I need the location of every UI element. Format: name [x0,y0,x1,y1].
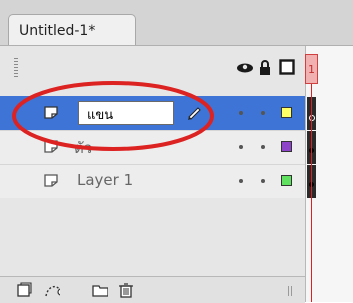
layer-icon [44,140,58,153]
layer-icon [44,106,58,119]
lock-dot[interactable] [261,145,265,149]
timeline-panel: Untitled-1* ตัว Layer 1 [0,0,353,303]
outline-icon[interactable] [279,59,295,75]
layer-name: Layer 1 [77,171,134,189]
tab-title: Untitled-1* [19,23,96,39]
tab-untitled-1[interactable]: Untitled-1* [8,14,136,45]
layer-header [0,46,353,94]
new-folder-icon[interactable] [92,282,108,298]
lock-icon[interactable] [258,60,272,76]
add-motion-guide-icon[interactable] [44,282,60,298]
delete-icon[interactable] [118,282,134,298]
panel-resize-grip[interactable] [288,286,294,296]
lock-dot[interactable] [261,179,265,183]
visible-dot[interactable] [239,111,243,115]
layer-icon [44,174,58,187]
lock-dot[interactable] [261,111,265,115]
outline-swatch[interactable] [281,175,292,186]
tab-bar: Untitled-1* [0,0,353,46]
layer-name-input[interactable] [78,101,174,125]
empty-keyframe[interactable] [309,115,315,121]
playhead-line [311,84,312,302]
pencil-icon [188,107,201,120]
header-grip[interactable] [14,58,18,78]
eye-icon[interactable] [236,61,254,75]
visible-dot[interactable] [239,145,243,149]
new-layer-icon[interactable] [16,282,32,298]
visible-dot[interactable] [239,179,243,183]
outline-swatch[interactable] [281,141,292,152]
layer-name: ตัว [74,139,93,157]
outline-swatch[interactable] [281,107,292,118]
frame-number: 1 [308,63,315,76]
playhead[interactable]: 1 [305,54,318,84]
